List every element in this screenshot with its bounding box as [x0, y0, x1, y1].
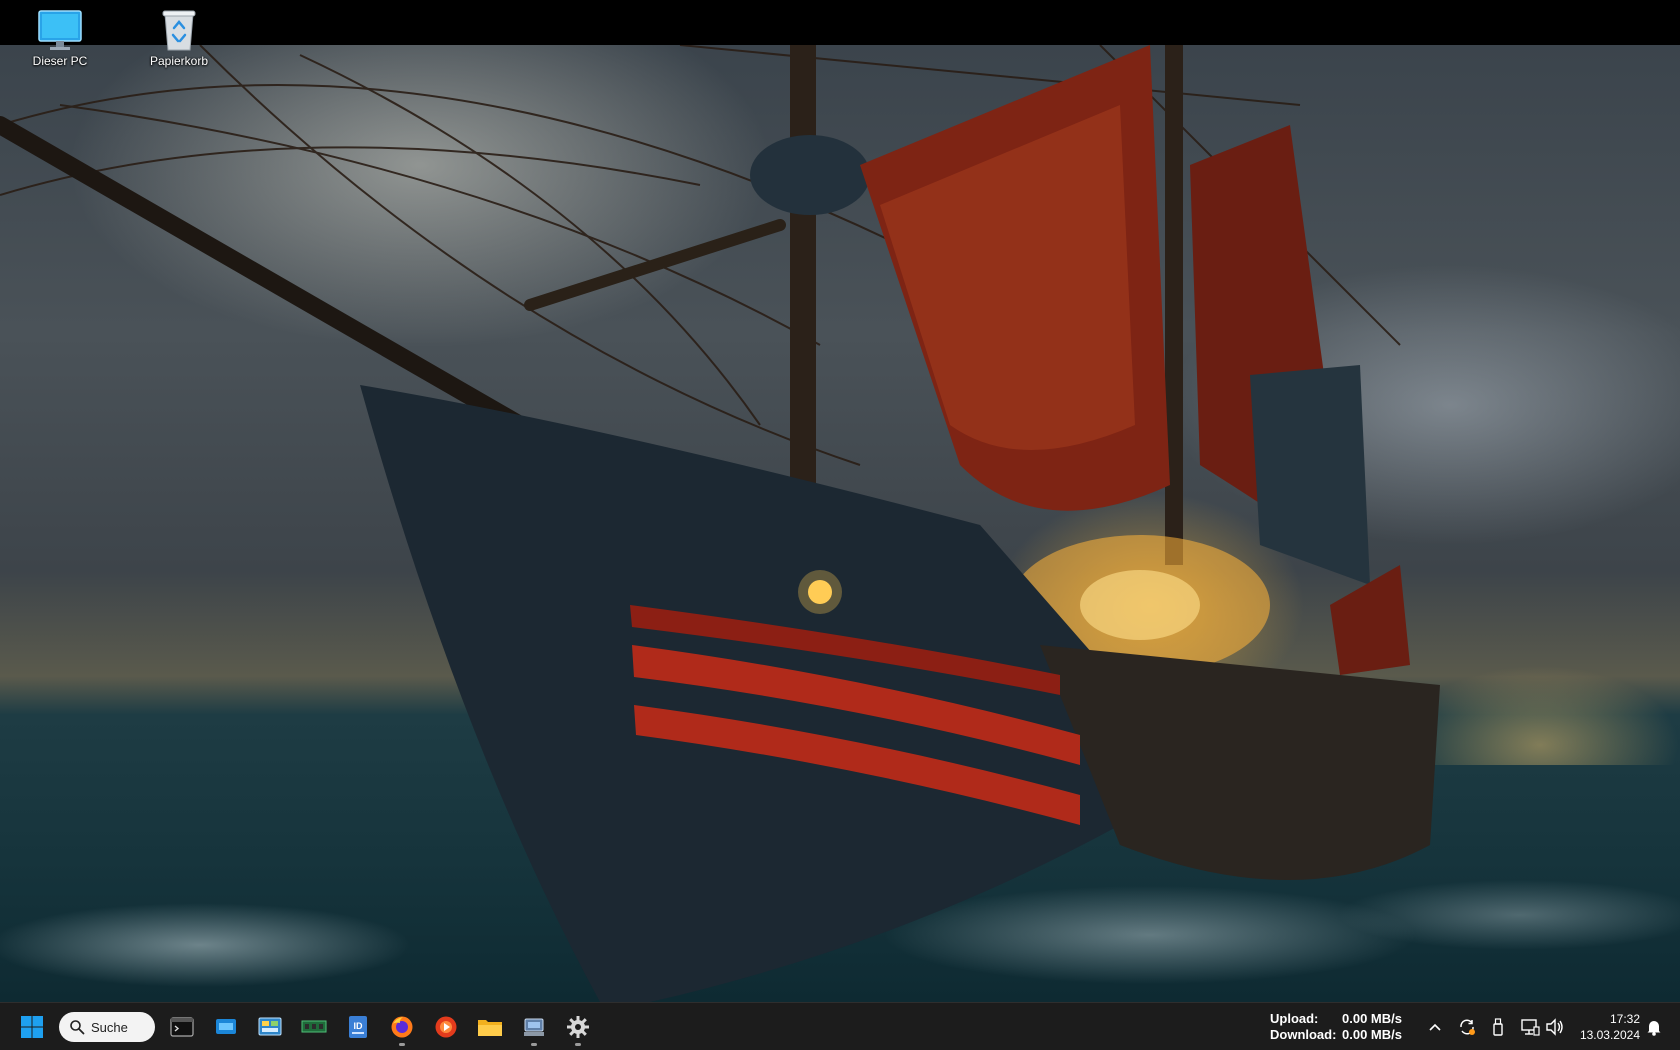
tray-network[interactable]: [1518, 1015, 1542, 1039]
running-indicator: [575, 1043, 581, 1046]
ram-module-icon: [301, 1020, 327, 1033]
recycle-bin-icon: [162, 10, 196, 51]
clock-date: 13.03.2024: [1579, 1028, 1640, 1042]
taskbar-app-memory[interactable]: [296, 1009, 332, 1045]
taskbar: Suche ID Upload: 0.00 MB/s Download: 0.0…: [0, 1002, 1680, 1050]
usb-drive-icon: [1493, 1018, 1503, 1036]
taskbar-app-settings[interactable]: [560, 1009, 596, 1046]
media-player-icon: [435, 1016, 457, 1038]
download-value: 0.00 MB/s: [1342, 1027, 1402, 1042]
taskbar-app-server[interactable]: [516, 1009, 552, 1046]
network-icon: [1521, 1019, 1540, 1036]
pirate-ship-illustration: [0, 45, 1440, 1002]
search-label: Suche: [91, 1019, 128, 1035]
tray-overflow-button[interactable]: [1423, 1015, 1447, 1039]
svg-text:ID: ID: [354, 1021, 364, 1031]
taskbar-app-id[interactable]: ID: [340, 1009, 376, 1045]
tray-volume[interactable]: [1543, 1015, 1567, 1039]
running-indicator: [399, 1043, 405, 1046]
netspeed-widget[interactable]: Upload: 0.00 MB/s Download: 0.00 MB/s: [1270, 1011, 1402, 1043]
taskbar-app-control-panel[interactable]: [252, 1009, 288, 1045]
clock-time: 17:32: [1609, 1012, 1640, 1026]
wallpaper-top-band: [0, 0, 1680, 45]
search-icon: [70, 1020, 85, 1035]
download-label: Download:: [1270, 1027, 1337, 1042]
taskbar-app-window[interactable]: [208, 1009, 244, 1045]
desktop-icon-label: Papierkorb: [149, 54, 209, 68]
taskbar-app-file-explorer[interactable]: [472, 1009, 508, 1045]
tray-usb-drive[interactable]: [1486, 1015, 1510, 1039]
monitor-icon: [38, 10, 82, 50]
firefox-icon: [391, 1016, 413, 1038]
desktop-wallpaper: [0, 45, 1680, 1002]
desktop-icon-this-pc[interactable]: Dieser PC: [15, 0, 105, 68]
window-app-icon: [216, 1019, 236, 1034]
server-app-icon: [524, 1018, 544, 1036]
start-button[interactable]: [14, 1009, 50, 1045]
taskbar-clock[interactable]: 17:32 13.03.2024: [1570, 1011, 1640, 1043]
chevron-up-icon: [1429, 1023, 1441, 1031]
desktop-icon-label: Dieser PC: [32, 54, 88, 68]
bell-icon: [1647, 1021, 1661, 1036]
volume-icon: [1546, 1018, 1563, 1036]
taskbar-app-media-player[interactable]: [428, 1009, 464, 1045]
taskbar-app-terminal[interactable]: [164, 1009, 200, 1045]
upload-value: 0.00 MB/s: [1342, 1011, 1402, 1026]
terminal-icon: [170, 1017, 194, 1037]
taskbar-app-firefox[interactable]: [384, 1009, 420, 1046]
notification-center-button[interactable]: [1642, 1015, 1666, 1039]
control-panel-icon: [258, 1017, 282, 1036]
id-card-icon: ID: [349, 1016, 367, 1038]
desktop-icon-recycle-bin[interactable]: Papierkorb: [134, 0, 224, 68]
windows-start-icon: [21, 1016, 43, 1038]
sync-icon: [1460, 1019, 1475, 1035]
taskbar-search-box[interactable]: Suche: [59, 1012, 155, 1042]
running-indicator: [531, 1043, 537, 1046]
file-explorer-icon: [478, 1020, 502, 1036]
upload-label: Upload:: [1270, 1011, 1319, 1026]
tray-sync[interactable]: [1455, 1015, 1479, 1039]
settings-gear-icon: [567, 1016, 589, 1038]
